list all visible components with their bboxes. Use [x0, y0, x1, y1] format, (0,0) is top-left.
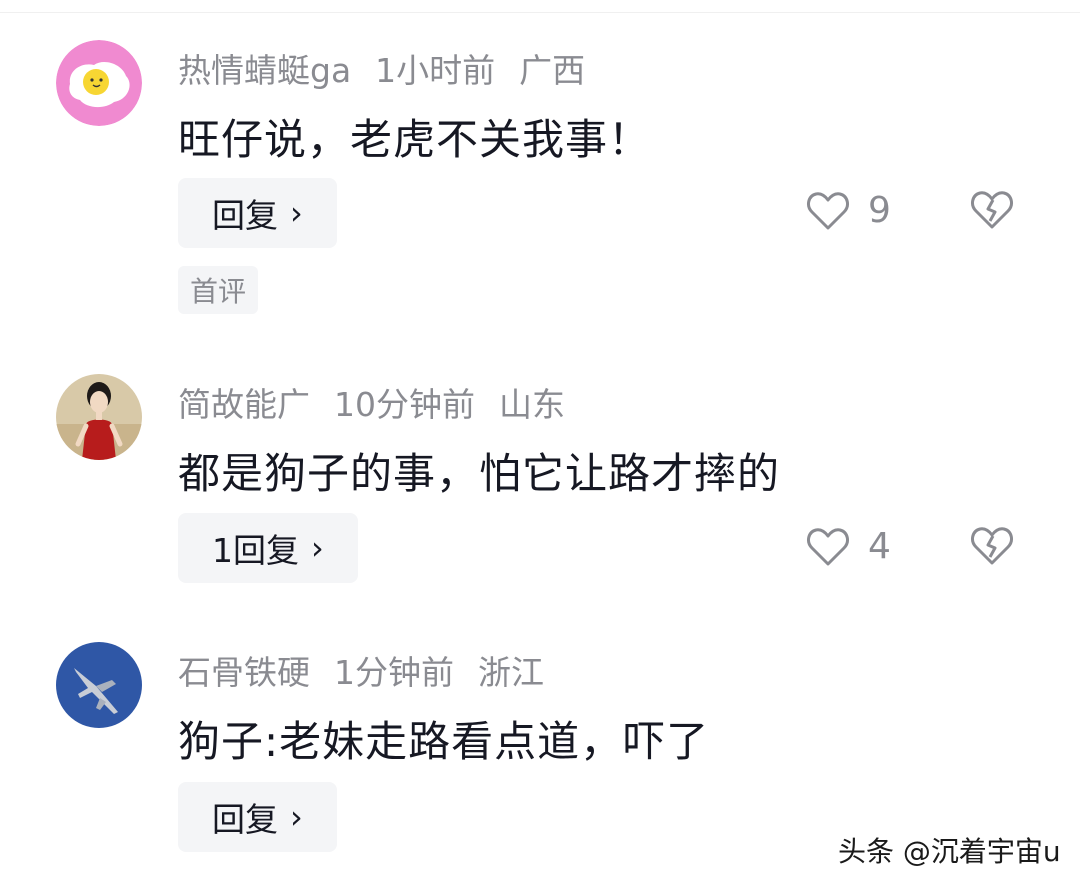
chevron-right-icon: ›	[290, 798, 303, 836]
comment-text: 狗子:老妹走路看点道，吓了	[178, 717, 710, 766]
username[interactable]: 热情蜻蜓ga	[178, 51, 351, 90]
heart-icon	[807, 527, 849, 565]
avatar[interactable]	[56, 642, 142, 728]
reply-button[interactable]: 回复 ›	[178, 782, 337, 852]
reply-label: 回复	[212, 196, 278, 235]
chevron-right-icon: ›	[290, 194, 303, 232]
first-comment-badge: 首评	[178, 266, 259, 314]
username[interactable]: 石骨铁硬	[178, 653, 310, 692]
chevron-right-icon: ›	[311, 529, 324, 567]
comment-time: 1小时前	[375, 51, 496, 90]
comment-location: 广西	[519, 51, 586, 90]
watermark: 头条 @沉着宇宙u	[838, 835, 1061, 868]
broken-heart-icon	[971, 527, 1013, 565]
dislike-button[interactable]	[970, 190, 1014, 234]
heart-icon	[807, 191, 849, 229]
comment-meta: 热情蜻蜓ga 1小时前 广西	[178, 44, 609, 92]
reply-label: 1回复	[212, 531, 299, 570]
like-button[interactable]: 9	[806, 190, 891, 231]
broken-heart-icon	[971, 191, 1013, 229]
comment-location: 山东	[499, 385, 565, 424]
avatar[interactable]	[56, 40, 142, 126]
avatar[interactable]	[56, 374, 142, 460]
username[interactable]: 简故能广	[178, 385, 310, 424]
like-count: 9	[868, 190, 891, 231]
reply-button[interactable]: 回复 ›	[178, 178, 337, 248]
reply-label: 回复	[212, 800, 278, 839]
badge-label: 首评	[190, 275, 247, 308]
dislike-button[interactable]	[970, 526, 1014, 570]
comment-meta: 石骨铁硬 1分钟前 浙江	[178, 646, 568, 694]
comment-text: 都是狗子的事，怕它让路才摔的	[178, 449, 781, 498]
fried-egg-avatar-icon	[56, 40, 142, 126]
woman-red-dress-avatar-icon	[56, 374, 142, 460]
comment-location: 浙江	[478, 653, 544, 692]
comment-time: 10分钟前	[334, 385, 475, 424]
like-count: 4	[868, 526, 891, 567]
like-button[interactable]: 4	[806, 526, 891, 567]
comment-meta: 简故能广 10分钟前 山东	[178, 378, 589, 426]
fighter-jet-avatar-icon	[56, 642, 142, 728]
top-divider	[0, 12, 1080, 13]
comment-time: 1分钟前	[334, 653, 454, 692]
comment-text: 旺仔说，老虎不关我事！	[178, 115, 652, 164]
reply-button[interactable]: 1回复 ›	[178, 513, 358, 583]
